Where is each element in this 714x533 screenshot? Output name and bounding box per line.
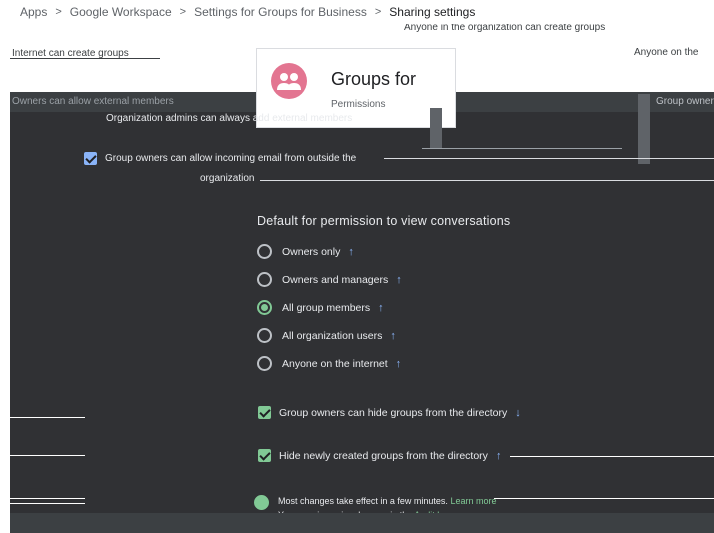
divider — [10, 417, 85, 418]
option-owners-managers[interactable]: Owners and managers ↑ — [257, 272, 402, 287]
sharing-settings-panel: Anyone in the organization can create gr… — [10, 24, 714, 533]
incoming-email-checkbox[interactable] — [84, 152, 97, 165]
radio-owners-only[interactable] — [257, 244, 272, 259]
divider — [10, 498, 85, 499]
option-all-org-users[interactable]: All organization users ↑ — [257, 328, 396, 343]
radio-all-org-users[interactable] — [257, 328, 272, 343]
chevron-right-icon: > — [374, 6, 382, 18]
scrollbar[interactable] — [638, 94, 650, 164]
app-tile-subtitle: Permissions — [331, 99, 386, 110]
hide-new-groups-row[interactable]: Hide newly created groups from the direc… — [258, 449, 501, 462]
breadcrumb-google-workspace[interactable]: Google Workspace — [70, 5, 172, 19]
option-anyone-internet[interactable]: Anyone on the internet ↑ — [257, 356, 401, 371]
learn-more-link[interactable]: Learn more — [450, 496, 496, 506]
info-icon — [254, 495, 269, 510]
arrow-up-icon: ↑ — [495, 449, 502, 462]
divider — [10, 503, 85, 504]
radio-owners-managers[interactable] — [257, 272, 272, 287]
hide-groups-label: Group owners can hide groups from the di… — [279, 406, 508, 419]
arrow-down-icon: ↓ — [515, 406, 521, 419]
hide-groups-checkbox[interactable] — [258, 406, 271, 419]
option-owners-only[interactable]: Owners only ↑ — [257, 244, 354, 259]
arrow-up-icon: ↑ — [378, 301, 384, 314]
incoming-email-label-cont: organization — [200, 173, 255, 184]
option-label: All group members — [282, 301, 371, 314]
option-label: Anyone on the internet — [282, 357, 388, 370]
arrow-up-icon: ↑ — [348, 245, 354, 258]
notice-line-1: Most changes take effect in a few minute… — [278, 496, 448, 506]
breadcrumb: Apps > Google Workspace > Settings for G… — [0, 0, 714, 24]
scrollbar[interactable] — [430, 108, 442, 148]
divider — [422, 148, 622, 149]
breadcrumb-sharing-settings: Sharing settings — [389, 5, 476, 19]
group-owner-label: Group owner — [656, 96, 714, 107]
org-admins-label: Organization admins can always add exter… — [106, 113, 353, 124]
bottom-bar — [10, 513, 714, 533]
hide-groups-row[interactable]: Group owners can hide groups from the di… — [258, 406, 521, 419]
option-label: Owners and managers — [282, 273, 389, 286]
incoming-email-row[interactable]: Group owners can allow incoming email fr… — [84, 152, 356, 165]
option-label: All organization users — [282, 329, 383, 342]
divider — [494, 498, 714, 499]
groups-logo-icon — [271, 63, 307, 99]
breadcrumb-groups-settings[interactable]: Settings for Groups for Business — [194, 5, 367, 19]
chevron-right-icon: > — [179, 6, 187, 18]
arrow-up-icon: ↑ — [390, 329, 396, 342]
anyone-create-groups-option[interactable]: Anyone in the organization can create gr… — [404, 24, 605, 33]
breadcrumb-apps[interactable]: Apps — [20, 5, 47, 19]
divider — [10, 455, 85, 456]
app-tile-title: Groups for — [331, 69, 417, 89]
arrow-up-icon: ↑ — [395, 357, 402, 370]
divider — [510, 456, 714, 457]
divider — [10, 58, 160, 59]
chevron-right-icon: > — [55, 6, 62, 18]
anyone-on-web-option[interactable]: Anyone on the — [634, 47, 699, 58]
hide-new-groups-label: Hide newly created groups from the direc… — [279, 449, 488, 462]
option-label: Owners only — [282, 245, 341, 258]
arrow-up-icon: ↑ — [396, 273, 402, 286]
view-conversations-title: Default for permission to view conversat… — [257, 214, 511, 228]
option-all-group-members[interactable]: All group members ↑ — [257, 300, 384, 315]
incoming-email-label: Group owners can allow incoming email fr… — [105, 153, 357, 164]
hide-new-groups-checkbox[interactable] — [258, 449, 271, 462]
divider — [260, 180, 714, 181]
radio-anyone-internet[interactable] — [257, 356, 272, 371]
radio-all-group-members[interactable] — [257, 300, 272, 315]
divider — [384, 158, 714, 159]
owners-allow-external-label: Owners can allow external members — [12, 96, 174, 107]
